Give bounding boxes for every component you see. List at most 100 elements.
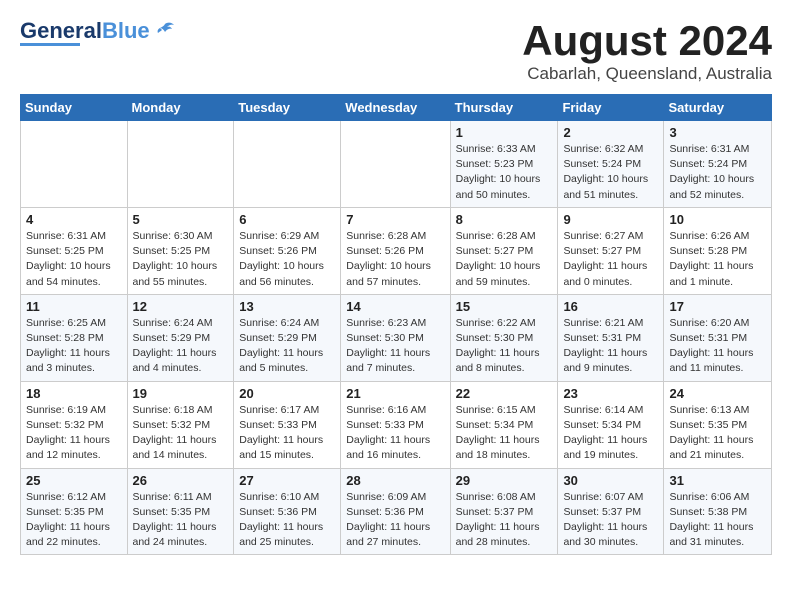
day-info: Sunrise: 6:28 AM Sunset: 5:26 PM Dayligh… <box>346 229 444 290</box>
weekday-header-sunday: Sunday <box>21 95 128 121</box>
calendar-cell: 11 Sunrise: 6:25 AM Sunset: 5:28 PM Dayli… <box>21 294 128 381</box>
day-info: Sunrise: 6:11 AM Sunset: 5:35 PM Dayligh… <box>133 490 229 551</box>
calendar-week-row: 25 Sunrise: 6:12 AM Sunset: 5:35 PM Dayli… <box>21 468 772 555</box>
day-info: Sunrise: 6:26 AM Sunset: 5:28 PM Dayligh… <box>669 229 766 290</box>
calendar-cell: 1 Sunrise: 6:33 AM Sunset: 5:23 PM Daylig… <box>450 121 558 208</box>
calendar-cell: 19 Sunrise: 6:18 AM Sunset: 5:32 PM Dayli… <box>127 381 234 468</box>
calendar-cell: 9 Sunrise: 6:27 AM Sunset: 5:27 PM Daylig… <box>558 207 664 294</box>
day-info: Sunrise: 6:27 AM Sunset: 5:27 PM Dayligh… <box>563 229 658 290</box>
day-info: Sunrise: 6:13 AM Sunset: 5:35 PM Dayligh… <box>669 403 766 464</box>
day-info: Sunrise: 6:30 AM Sunset: 5:25 PM Dayligh… <box>133 229 229 290</box>
calendar-week-row: 18 Sunrise: 6:19 AM Sunset: 5:32 PM Dayli… <box>21 381 772 468</box>
calendar-week-row: 11 Sunrise: 6:25 AM Sunset: 5:28 PM Dayli… <box>21 294 772 381</box>
calendar-cell <box>127 121 234 208</box>
day-info: Sunrise: 6:18 AM Sunset: 5:32 PM Dayligh… <box>133 403 229 464</box>
day-info: Sunrise: 6:33 AM Sunset: 5:23 PM Dayligh… <box>456 142 553 203</box>
calendar-cell: 13Sunrise: 6:24 AM Sunset: 5:29 PM Dayli… <box>234 294 341 381</box>
weekday-header-thursday: Thursday <box>450 95 558 121</box>
calendar-week-row: 4Sunrise: 6:31 AM Sunset: 5:25 PM Daylig… <box>21 207 772 294</box>
weekday-row: SundayMondayTuesdayWednesdayThursdayFrid… <box>21 95 772 121</box>
day-info: Sunrise: 6:17 AM Sunset: 5:33 PM Dayligh… <box>239 403 335 464</box>
calendar-cell: 20 Sunrise: 6:17 AM Sunset: 5:33 PM Dayli… <box>234 381 341 468</box>
calendar-cell: 6Sunrise: 6:29 AM Sunset: 5:26 PM Daylig… <box>234 207 341 294</box>
calendar-cell: 16 Sunrise: 6:21 AM Sunset: 5:31 PM Dayli… <box>558 294 664 381</box>
day-number: 27 <box>239 473 335 488</box>
calendar-cell: 7 Sunrise: 6:28 AM Sunset: 5:26 PM Daylig… <box>341 207 450 294</box>
calendar-cell: 22 Sunrise: 6:15 AM Sunset: 5:34 PM Dayli… <box>450 381 558 468</box>
weekday-header-wednesday: Wednesday <box>341 95 450 121</box>
calendar-cell: 2 Sunrise: 6:32 AM Sunset: 5:24 PM Daylig… <box>558 121 664 208</box>
page-header: GeneralBlue August 2024 Cabarlah, Queens… <box>20 20 772 84</box>
day-number: 9 <box>563 212 658 227</box>
calendar-cell: 28 Sunrise: 6:09 AM Sunset: 5:36 PM Dayli… <box>341 468 450 555</box>
calendar-cell <box>234 121 341 208</box>
day-number: 12 <box>133 299 229 314</box>
calendar-cell: 10 Sunrise: 6:26 AM Sunset: 5:28 PM Dayli… <box>664 207 772 294</box>
calendar-body: 1 Sunrise: 6:33 AM Sunset: 5:23 PM Daylig… <box>21 121 772 555</box>
day-info: Sunrise: 6:15 AM Sunset: 5:34 PM Dayligh… <box>456 403 553 464</box>
day-number: 15 <box>456 299 553 314</box>
day-number: 5 <box>133 212 229 227</box>
weekday-header-saturday: Saturday <box>664 95 772 121</box>
day-number: 25 <box>26 473 122 488</box>
day-number: 13 <box>239 299 335 314</box>
day-info: Sunrise: 6:20 AM Sunset: 5:31 PM Dayligh… <box>669 316 766 377</box>
weekday-header-monday: Monday <box>127 95 234 121</box>
calendar-cell: 23 Sunrise: 6:14 AM Sunset: 5:34 PM Dayli… <box>558 381 664 468</box>
day-info: Sunrise: 6:10 AM Sunset: 5:36 PM Dayligh… <box>239 490 335 551</box>
day-number: 26 <box>133 473 229 488</box>
day-info: Sunrise: 6:24 AM Sunset: 5:29 PM Dayligh… <box>133 316 229 377</box>
day-number: 10 <box>669 212 766 227</box>
day-info: Sunrise: 6:32 AM Sunset: 5:24 PM Dayligh… <box>563 142 658 203</box>
calendar-cell: 29Sunrise: 6:08 AM Sunset: 5:37 PM Dayli… <box>450 468 558 555</box>
day-number: 1 <box>456 125 553 140</box>
day-number: 28 <box>346 473 444 488</box>
day-info: Sunrise: 6:14 AM Sunset: 5:34 PM Dayligh… <box>563 403 658 464</box>
day-number: 17 <box>669 299 766 314</box>
day-info: Sunrise: 6:07 AM Sunset: 5:37 PM Dayligh… <box>563 490 658 551</box>
day-number: 19 <box>133 386 229 401</box>
calendar-cell: 30 Sunrise: 6:07 AM Sunset: 5:37 PM Dayli… <box>558 468 664 555</box>
calendar-cell: 25 Sunrise: 6:12 AM Sunset: 5:35 PM Dayli… <box>21 468 128 555</box>
day-number: 16 <box>563 299 658 314</box>
day-number: 14 <box>346 299 444 314</box>
day-number: 18 <box>26 386 122 401</box>
day-number: 20 <box>239 386 335 401</box>
calendar-cell: 3Sunrise: 6:31 AM Sunset: 5:24 PM Daylig… <box>664 121 772 208</box>
day-info: Sunrise: 6:25 AM Sunset: 5:28 PM Dayligh… <box>26 316 122 377</box>
calendar-cell: 5 Sunrise: 6:30 AM Sunset: 5:25 PM Daylig… <box>127 207 234 294</box>
day-number: 22 <box>456 386 553 401</box>
day-number: 4 <box>26 212 122 227</box>
calendar-cell <box>341 121 450 208</box>
day-number: 11 <box>26 299 122 314</box>
day-info: Sunrise: 6:12 AM Sunset: 5:35 PM Dayligh… <box>26 490 122 551</box>
day-info: Sunrise: 6:16 AM Sunset: 5:33 PM Dayligh… <box>346 403 444 464</box>
weekday-header-friday: Friday <box>558 95 664 121</box>
calendar-cell: 18 Sunrise: 6:19 AM Sunset: 5:32 PM Dayli… <box>21 381 128 468</box>
day-number: 6 <box>239 212 335 227</box>
day-number: 30 <box>563 473 658 488</box>
day-info: Sunrise: 6:21 AM Sunset: 5:31 PM Dayligh… <box>563 316 658 377</box>
bird-icon <box>154 20 176 42</box>
day-info: Sunrise: 6:28 AM Sunset: 5:27 PM Dayligh… <box>456 229 553 290</box>
title-area: August 2024 Cabarlah, Queensland, Austra… <box>522 20 772 84</box>
calendar-cell: 21 Sunrise: 6:16 AM Sunset: 5:33 PM Dayli… <box>341 381 450 468</box>
calendar-week-row: 1 Sunrise: 6:33 AM Sunset: 5:23 PM Daylig… <box>21 121 772 208</box>
calendar-cell: 31Sunrise: 6:06 AM Sunset: 5:38 PM Dayli… <box>664 468 772 555</box>
calendar-cell: 8Sunrise: 6:28 AM Sunset: 5:27 PM Daylig… <box>450 207 558 294</box>
day-number: 7 <box>346 212 444 227</box>
calendar-cell: 24 Sunrise: 6:13 AM Sunset: 5:35 PM Dayli… <box>664 381 772 468</box>
day-info: Sunrise: 6:08 AM Sunset: 5:37 PM Dayligh… <box>456 490 553 551</box>
day-info: Sunrise: 6:09 AM Sunset: 5:36 PM Dayligh… <box>346 490 444 551</box>
day-number: 2 <box>563 125 658 140</box>
day-info: Sunrise: 6:22 AM Sunset: 5:30 PM Dayligh… <box>456 316 553 377</box>
day-number: 23 <box>563 386 658 401</box>
day-info: Sunrise: 6:19 AM Sunset: 5:32 PM Dayligh… <box>26 403 122 464</box>
day-number: 21 <box>346 386 444 401</box>
day-number: 24 <box>669 386 766 401</box>
calendar-cell: 15 Sunrise: 6:22 AM Sunset: 5:30 PM Dayli… <box>450 294 558 381</box>
logo: GeneralBlue <box>20 20 176 46</box>
calendar-cell: 14Sunrise: 6:23 AM Sunset: 5:30 PM Dayli… <box>341 294 450 381</box>
calendar-cell: 4Sunrise: 6:31 AM Sunset: 5:25 PM Daylig… <box>21 207 128 294</box>
day-info: Sunrise: 6:06 AM Sunset: 5:38 PM Dayligh… <box>669 490 766 551</box>
